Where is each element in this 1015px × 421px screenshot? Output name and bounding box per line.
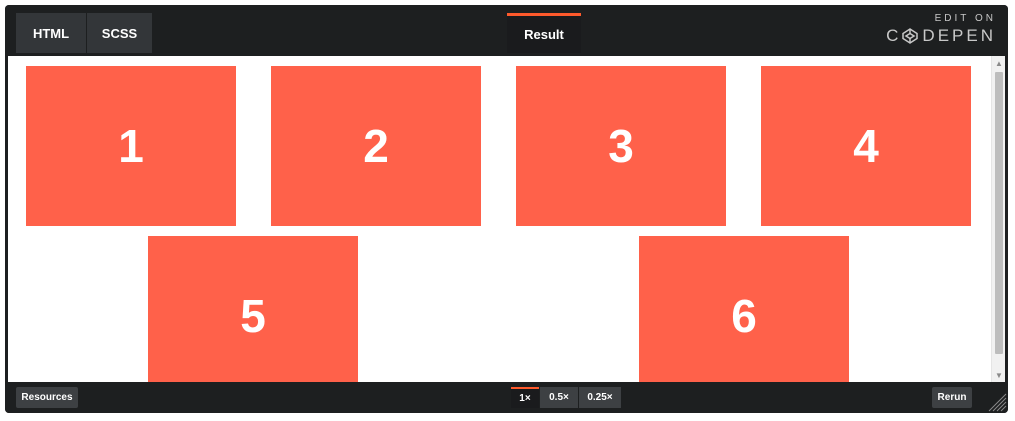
codepen-embed: HTML SCSS Result EDIT ON C DEPEN 1 2 3 4… [5, 5, 1008, 413]
rerun-button[interactable]: Rerun [932, 387, 972, 408]
scrollbar-thumb[interactable] [995, 72, 1003, 354]
top-bar: HTML SCSS Result EDIT ON C DEPEN [5, 5, 1008, 56]
result-box-4: 4 [761, 66, 971, 226]
tab-scss[interactable]: SCSS [87, 13, 152, 53]
tab-result[interactable]: Result [507, 13, 581, 53]
edit-on-codepen-link[interactable]: EDIT ON C DEPEN [886, 13, 996, 46]
result-box-2: 2 [271, 66, 481, 226]
codepen-wordmark: C DEPEN [886, 26, 996, 46]
tab-html[interactable]: HTML [16, 13, 86, 53]
vertical-scrollbar[interactable]: ▲ ▼ [991, 56, 1005, 382]
zoom-0-5x-button[interactable]: 0.5× [540, 387, 578, 408]
codepen-wordmark-c: C [886, 26, 902, 45]
result-box-1: 1 [26, 66, 236, 226]
result-box-5: 5 [148, 236, 358, 382]
edit-on-label: EDIT ON [934, 13, 996, 24]
zoom-1x-button[interactable]: 1× [511, 387, 539, 408]
scroll-up-arrow-icon[interactable]: ▲ [992, 56, 1005, 70]
result-frame: 1 2 3 4 5 6 ▲ ▼ [8, 56, 1005, 382]
scroll-down-arrow-icon[interactable]: ▼ [992, 368, 1005, 382]
result-box-6: 6 [639, 236, 849, 382]
resize-handle-icon[interactable] [985, 390, 1007, 412]
resources-button[interactable]: Resources [16, 387, 78, 408]
codepen-logo-icon [901, 27, 919, 45]
result-box-3: 3 [516, 66, 726, 226]
bottom-bar: Resources 1× 0.5× 0.25× Rerun [5, 382, 1008, 413]
codepen-wordmark-rest: DEPEN [922, 26, 996, 45]
zoom-0-25x-button[interactable]: 0.25× [579, 387, 621, 408]
